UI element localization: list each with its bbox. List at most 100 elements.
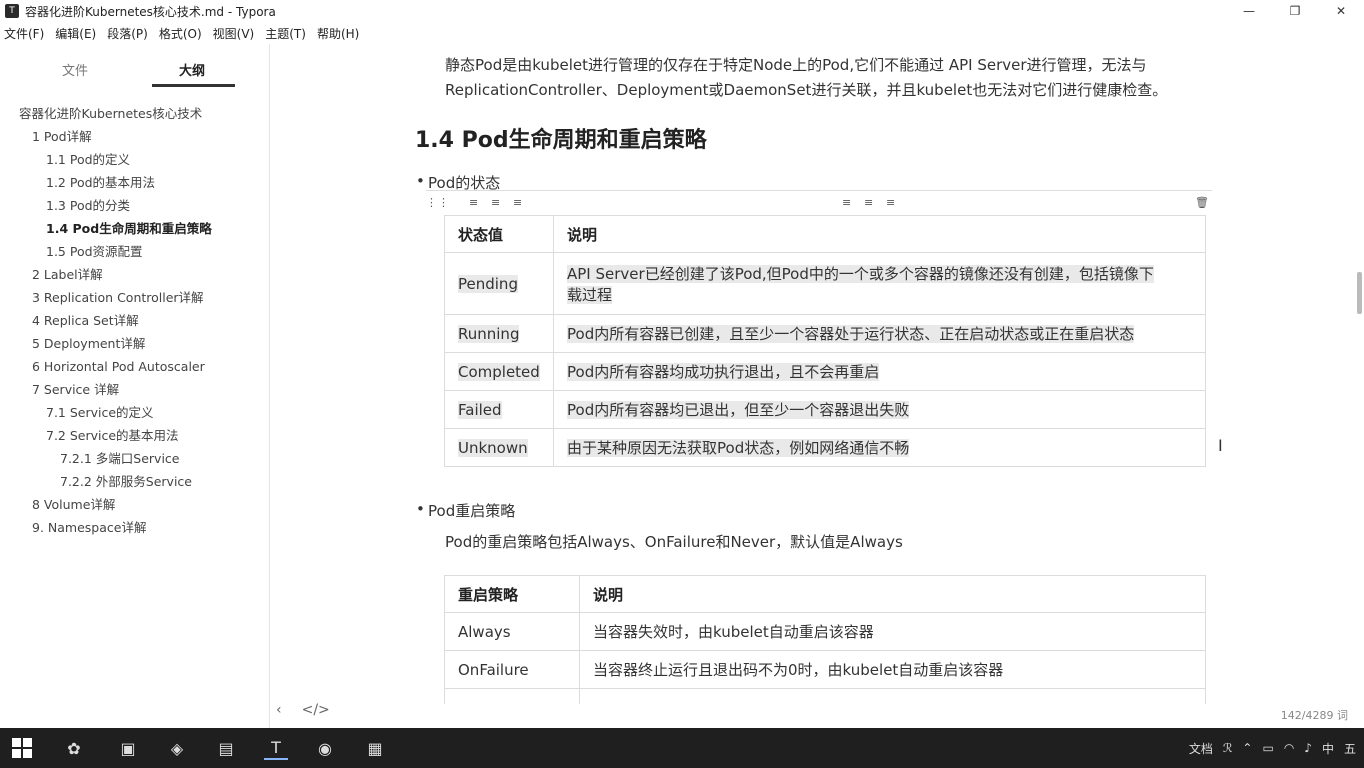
outline-item[interactable]: 1.1 Pod的定义 xyxy=(0,148,270,171)
outline-item[interactable]: 1.2 Pod的基本用法 xyxy=(0,171,270,194)
table-cell[interactable]: 由于某种原因无法获取Pod状态，例如网络通信不畅 xyxy=(553,428,1206,467)
app-flower-icon[interactable]: ✿ xyxy=(62,736,86,760)
table-row: Unknown 由于某种原因无法获取Pod状态，例如网络通信不畅 xyxy=(444,428,1206,467)
table-cell[interactable]: Always xyxy=(444,612,580,651)
app-grid-icon[interactable]: ▦ xyxy=(363,736,387,760)
menu-help[interactable]: 帮助(H) xyxy=(317,25,359,42)
maximize-button[interactable]: ❐ xyxy=(1272,0,1318,22)
outline-list: 容器化进阶Kubernetes核心技术 1 Pod详解 1.1 Pod的定义 1.2 … xyxy=(0,102,270,539)
browser-icon[interactable]: ◉ xyxy=(313,736,337,760)
chevron-up-icon[interactable]: ⌃ xyxy=(1242,741,1252,755)
status-description: API Server已经创建了该Pod,但Pod中的一个或多个容器的镜像还没有创… xyxy=(567,264,1154,283)
outline-item[interactable]: 6 Horizontal Pod Autoscaler xyxy=(0,355,270,378)
table-cell[interactable]: OnFailure xyxy=(444,650,580,689)
outline-item[interactable]: 7.2.2 外部服务Service xyxy=(0,470,270,493)
table-row xyxy=(444,688,1206,704)
table-cell[interactable]: API Server已经创建了该Pod,但Pod中的一个或多个容器的镜像还没有创… xyxy=(553,252,1206,315)
tab-files[interactable]: 文件 xyxy=(62,60,88,79)
menu-view[interactable]: 视图(V) xyxy=(213,25,255,42)
menu-format[interactable]: 格式(O) xyxy=(159,25,202,42)
table-header-row: 状态值 说明 xyxy=(444,215,1206,253)
table-cell[interactable]: Pod内所有容器均成功执行退出，且不会再重启 xyxy=(553,352,1206,391)
table-cell[interactable]: Pending xyxy=(444,252,554,315)
scrollbar-thumb[interactable] xyxy=(1357,272,1362,314)
file-explorer-icon[interactable]: ▤ xyxy=(214,736,238,760)
menu-paragraph[interactable]: 段落(P) xyxy=(107,25,148,42)
editor-content[interactable]: 静态Pod是由kubelet进行管理的仅存在于特定Node上的Pod,它们不能通… xyxy=(271,44,1356,704)
align-left-icon[interactable]: ≡ xyxy=(842,196,852,209)
drag-handle-icon[interactable]: ⋮⋮ xyxy=(426,196,450,209)
word-count[interactable]: 142/4289 词 xyxy=(1281,707,1348,723)
menu-file[interactable]: 文件(F) xyxy=(4,25,44,42)
status-value: Unknown xyxy=(458,438,528,457)
wifi-icon[interactable]: ◠ xyxy=(1284,741,1294,755)
menu-theme[interactable]: 主题(T) xyxy=(265,25,306,42)
minimize-button[interactable]: — xyxy=(1226,0,1272,22)
outline-item[interactable]: 8 Volume详解 xyxy=(0,493,270,516)
outline-item[interactable]: 5 Deployment详解 xyxy=(0,332,270,355)
outline-item[interactable]: 容器化进阶Kubernetes核心技术 xyxy=(0,102,270,125)
align-center-icon[interactable]: ≡ xyxy=(864,196,874,209)
table-cell[interactable]: 当容器终止运行且退出码不为0时，由kubelet自动重启该容器 xyxy=(579,650,1206,689)
battery-icon[interactable]: ▭ xyxy=(1262,741,1273,755)
typora-taskbar-icon[interactable]: T xyxy=(264,736,288,760)
pod-status-table: 状态值 说明 Pending API Server已经创建了该Pod,但Pod中… xyxy=(444,215,1206,467)
outline-item[interactable]: 9. Namespace详解 xyxy=(0,516,270,539)
outline-item[interactable]: 7 Service 详解 xyxy=(0,378,270,401)
table-toolbar: ⋮⋮ ≡ ≡ ≡ ≡ ≡ ≡ 🗑 xyxy=(426,190,1212,212)
source-code-toggle-icon[interactable]: </> xyxy=(302,702,330,718)
outline-item[interactable]: 1.4 Pod生命周期和重启策略 xyxy=(0,217,270,240)
people-icon[interactable]: ℛ xyxy=(1223,741,1233,755)
table-header-cell[interactable]: 状态值 xyxy=(444,215,554,253)
table-header-cell[interactable]: 说明 xyxy=(553,215,1206,253)
tray-documents[interactable]: 文档 xyxy=(1189,740,1213,757)
table-cell[interactable]: Pod内所有容器已创建，且至少一个容器处于运行状态、正在启动状态或正在重启状态 xyxy=(553,314,1206,353)
outline-item[interactable]: 1.5 Pod资源配置 xyxy=(0,240,270,263)
table-row: Running Pod内所有容器已创建，且至少一个容器处于运行状态、正在启动状态… xyxy=(444,314,1206,353)
menu-edit[interactable]: 编辑(E) xyxy=(55,25,96,42)
status-value: Completed xyxy=(458,362,540,381)
table-cell[interactable]: 当容器失效时，由kubelet自动重启该容器 xyxy=(579,612,1206,651)
table-header-cell[interactable]: 说明 xyxy=(579,575,1206,613)
outline-item[interactable]: 7.2.1 多端口Service xyxy=(0,447,270,470)
table-cell[interactable]: Pod内所有容器均已退出，但至少一个容器退出失败 xyxy=(553,390,1206,429)
table-cell[interactable] xyxy=(444,688,580,704)
outline-item[interactable]: 3 Replication Controller详解 xyxy=(0,286,270,309)
table-cell[interactable] xyxy=(579,688,1206,704)
table-row: Completed Pod内所有容器均成功执行退出，且不会再重启 xyxy=(444,352,1206,391)
outline-item[interactable]: 7.2 Service的基本用法 xyxy=(0,424,270,447)
align-left-icon[interactable]: ≡ xyxy=(469,196,479,209)
typora-window: T 容器化进阶Kubernetes核心技术.md - Typora — ❐ ✕ … xyxy=(0,0,1364,768)
windows-start-icon[interactable] xyxy=(12,738,32,758)
outline-item[interactable]: 7.1 Service的定义 xyxy=(0,401,270,424)
table-cell[interactable]: Running xyxy=(444,314,554,353)
table-cell[interactable]: Failed xyxy=(444,390,554,429)
ime-mode-indicator[interactable]: 五 xyxy=(1344,740,1356,757)
table-row: Always 当容器失效时，由kubelet自动重启该容器 xyxy=(444,612,1206,651)
outline-item[interactable]: 1 Pod详解 xyxy=(0,125,270,148)
table-header-cell[interactable]: 重启策略 xyxy=(444,575,580,613)
sidebar-tabs: 文件 大纲 xyxy=(0,44,269,88)
outline-item[interactable]: 2 Label详解 xyxy=(0,263,270,286)
app-package-icon[interactable]: ◈ xyxy=(165,736,189,760)
typora-logo-icon: T xyxy=(5,4,19,18)
outline-item[interactable]: 1.3 Pod的分类 xyxy=(0,194,270,217)
align-right-icon[interactable]: ≡ xyxy=(886,196,896,209)
outline-item[interactable]: 4 Replica Set详解 xyxy=(0,309,270,332)
bullet-restart-policy: Pod重启策略 xyxy=(416,500,515,521)
tab-outline[interactable]: 大纲 xyxy=(179,60,205,79)
text-cursor-icon: I xyxy=(1218,436,1223,455)
status-description: Pod内所有容器已创建，且至少一个容器处于运行状态、正在启动状态或正在重启状态 xyxy=(567,325,1135,343)
table-cell[interactable]: Unknown xyxy=(444,428,554,467)
table-cell[interactable]: Completed xyxy=(444,352,554,391)
align-right-icon[interactable]: ≡ xyxy=(513,196,523,209)
status-description-cont: 载过程 xyxy=(567,285,613,304)
ime-indicator[interactable]: 中 xyxy=(1322,740,1334,757)
align-center-icon[interactable]: ≡ xyxy=(491,196,501,209)
table-row: Failed Pod内所有容器均已退出，但至少一个容器退出失败 xyxy=(444,390,1206,429)
app-toolbox-icon[interactable]: ▣ xyxy=(116,736,140,760)
delete-table-icon[interactable]: 🗑 xyxy=(1195,196,1210,209)
chevron-left-icon[interactable]: ‹ xyxy=(276,702,282,718)
close-button[interactable]: ✕ xyxy=(1318,0,1364,22)
volume-icon[interactable]: ♪ xyxy=(1304,741,1312,755)
